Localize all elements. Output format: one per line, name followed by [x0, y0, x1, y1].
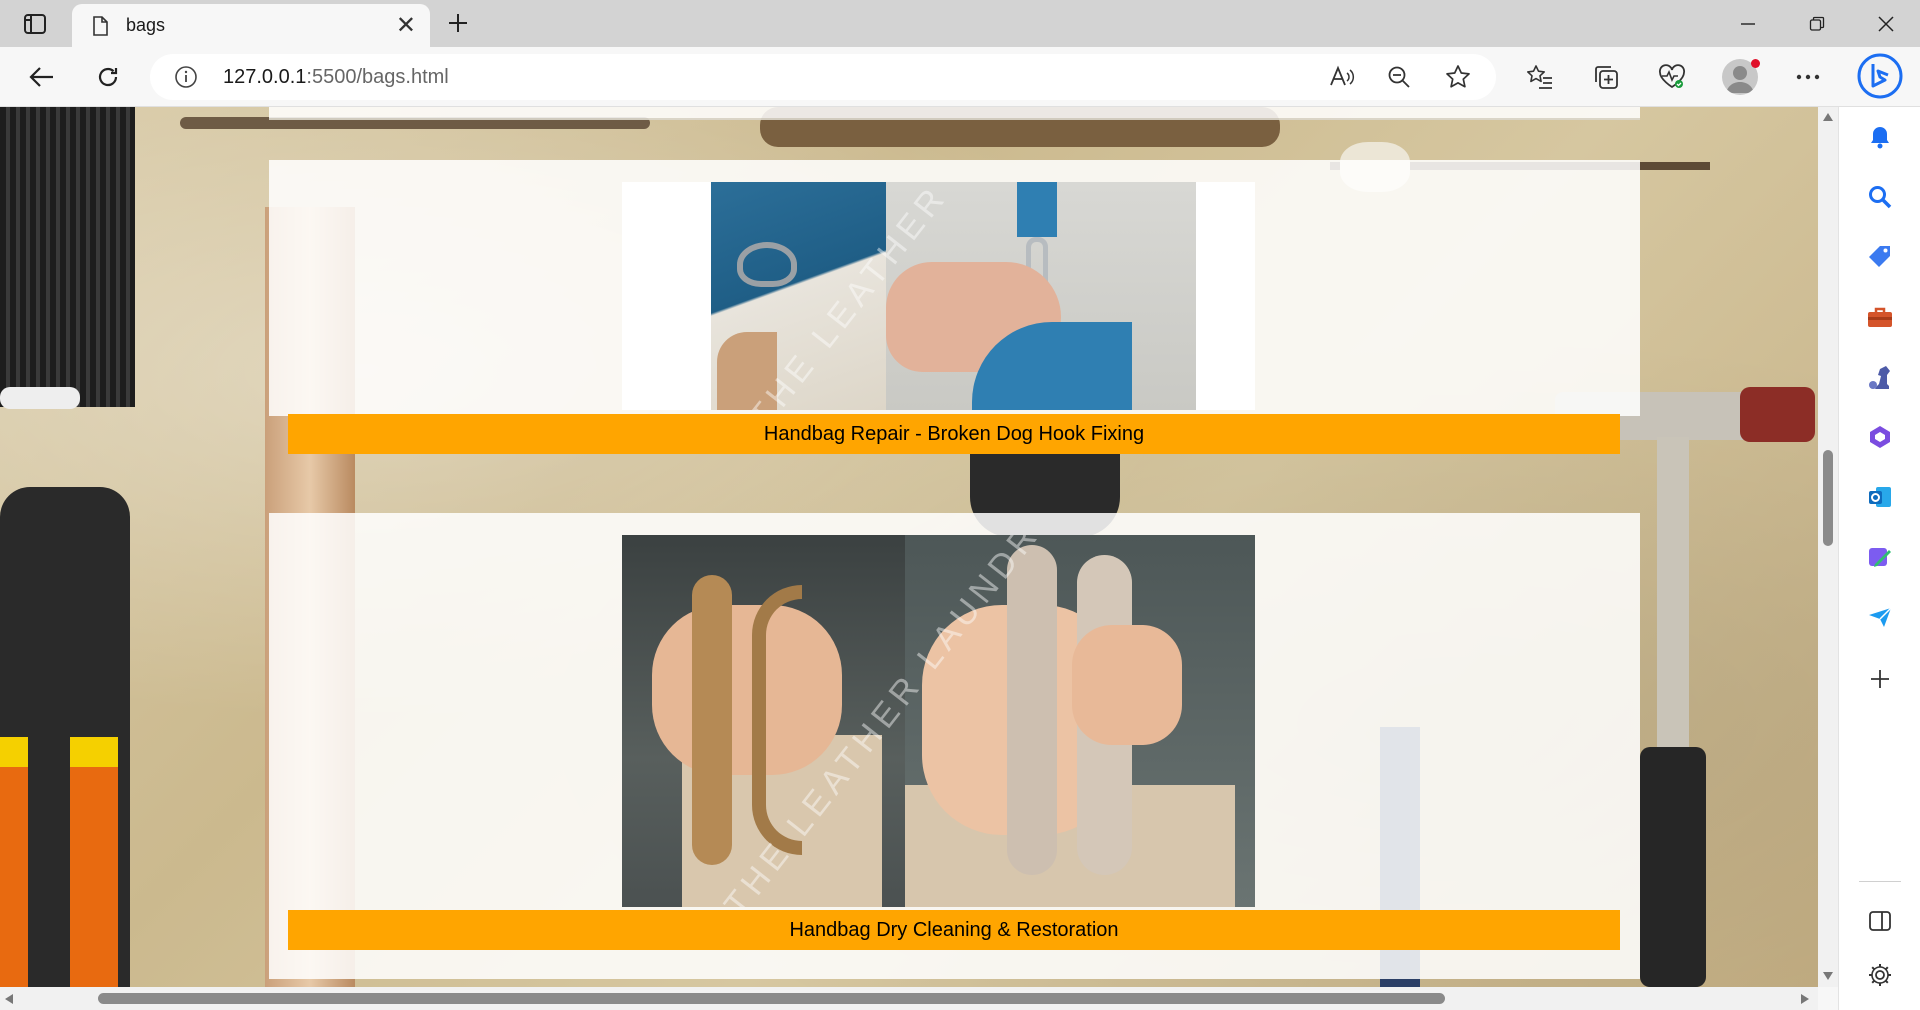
tag-icon [1869, 246, 1890, 267]
scroll-left-icon[interactable] [4, 993, 14, 1005]
scroll-up-icon[interactable] [1822, 112, 1834, 122]
navigation-toolbar: 127.0.0.1:5500/bags.html [0, 47, 1920, 107]
close-window-button[interactable] [1851, 0, 1920, 47]
bing-icon [1857, 53, 1903, 99]
refresh-icon [98, 67, 118, 87]
chess-icon [1869, 366, 1890, 389]
zoom-out-icon [1388, 66, 1410, 88]
add-icon [1871, 670, 1889, 688]
tab-actions-button[interactable] [12, 8, 58, 40]
restore-icon [1809, 16, 1824, 31]
sidebar-shopping[interactable] [1864, 241, 1896, 273]
sidebar-settings[interactable] [1864, 959, 1896, 991]
page-viewport: THE LEATHER LAUNDRY Handbag Repair - Bro… [0, 107, 1818, 987]
address-bar[interactable]: 127.0.0.1:5500/bags.html [150, 54, 1496, 100]
url-host: 127.0.0.1 [223, 66, 307, 88]
heart-pulse-icon [1659, 64, 1685, 89]
horizontal-scroll-thumb[interactable] [98, 993, 1445, 1004]
dog-hook-repair-photo: THE LEATHER LAUNDRY [622, 182, 1255, 410]
site-info-icon[interactable] [174, 65, 198, 89]
settings-icon [1869, 964, 1891, 986]
collections-icon [1595, 66, 1618, 89]
restore-button[interactable] [1782, 0, 1851, 47]
search-icon [1869, 186, 1892, 209]
sidebar-search[interactable] [1864, 181, 1896, 213]
plus-icon [449, 14, 467, 32]
browser-essentials-button[interactable] [1652, 57, 1692, 97]
vertical-scroll-thumb[interactable] [1823, 450, 1833, 546]
outlook-icon [1869, 487, 1891, 507]
dry-cleaning-photo: THE LEATHER LAUNDRY [622, 535, 1255, 907]
tab-close-icon[interactable]: ✕ [396, 13, 416, 38]
back-arrow-icon [29, 67, 53, 87]
service-card-dry-cleaning: THE LEATHER LAUNDRY Handbag Dry Cleaning… [269, 513, 1640, 979]
bell-icon [1871, 127, 1889, 149]
sidebar-tools[interactable] [1864, 301, 1896, 333]
previous-card-edge [269, 107, 1640, 120]
service-card-dog-hook: THE LEATHER LAUNDRY Handbag Repair - Bro… [269, 160, 1640, 454]
sidebar-games[interactable] [1864, 361, 1896, 393]
scroll-down-icon[interactable] [1822, 971, 1834, 981]
new-tab-button[interactable] [442, 7, 474, 39]
more-dots-icon [1796, 74, 1820, 80]
zoom-out-button[interactable] [1385, 63, 1413, 91]
back-button[interactable] [22, 57, 62, 97]
sidebar-outlook[interactable] [1864, 481, 1896, 513]
notification-dot [1751, 59, 1760, 68]
close-icon [1877, 15, 1894, 32]
tab-bags[interactable]: bags ✕ [72, 4, 430, 47]
minimize-button[interactable] [1713, 0, 1782, 47]
page-favicon-icon [93, 15, 108, 36]
sidebar-designer[interactable] [1864, 541, 1896, 573]
office-icon [1870, 426, 1890, 448]
sidebar-office[interactable] [1864, 421, 1896, 453]
sidebar-split-screen[interactable] [1864, 905, 1896, 937]
sidebar-add[interactable] [1864, 663, 1896, 695]
caption-dog-hook: Handbag Repair - Broken Dog Hook Fixing [288, 414, 1620, 454]
horizontal-scrollbar[interactable] [0, 987, 1818, 1010]
favorites-button[interactable] [1520, 57, 1560, 97]
minimize-icon [1740, 22, 1755, 25]
refresh-button[interactable] [88, 57, 128, 97]
bing-copilot-button[interactable] [1856, 52, 1904, 100]
split-screen-icon [1869, 911, 1891, 931]
edge-sidebar [1838, 107, 1920, 1010]
sidebar-drop[interactable] [1864, 601, 1896, 633]
tab-actions-icon [24, 14, 46, 34]
read-aloud-icon [1330, 65, 1355, 86]
url-path: :5500/bags.html [306, 66, 449, 88]
scroll-right-icon[interactable] [1800, 993, 1810, 1005]
caption-dry-cleaning: Handbag Dry Cleaning & Restoration [288, 910, 1620, 950]
settings-more-button[interactable] [1788, 57, 1828, 97]
tab-title: bags [126, 15, 166, 35]
url-text[interactable]: 127.0.0.1:5500/bags.html [223, 66, 449, 89]
send-icon [1869, 607, 1892, 627]
designer-icon [1869, 548, 1891, 567]
read-aloud-button[interactable] [1328, 63, 1356, 91]
window-controls [1713, 0, 1920, 47]
sidebar-notifications[interactable] [1864, 121, 1896, 153]
star-icon [1446, 65, 1470, 88]
collections-button[interactable] [1586, 57, 1626, 97]
vertical-scrollbar[interactable] [1818, 107, 1838, 987]
tab-strip: bags ✕ [0, 0, 1920, 47]
favorite-button[interactable] [1444, 63, 1472, 91]
sidebar-divider [1859, 881, 1901, 882]
briefcase-icon [1868, 307, 1892, 327]
favorites-list-icon [1527, 65, 1552, 89]
